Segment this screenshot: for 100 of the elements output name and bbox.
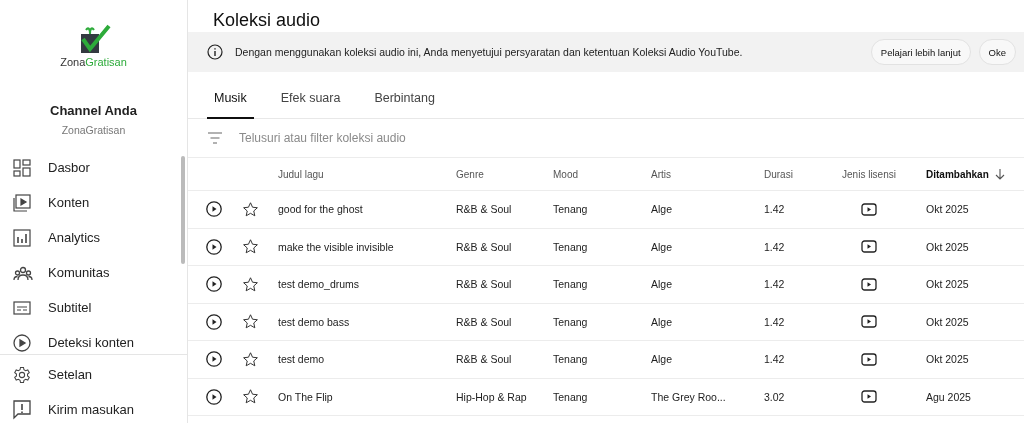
star-button[interactable] xyxy=(241,275,259,293)
table-cell: Alge xyxy=(651,240,672,253)
table-cell: Okt 2025 xyxy=(926,240,969,253)
table-cell: Tenang xyxy=(553,240,588,253)
table-cell: Alge xyxy=(651,203,672,216)
feedback-icon xyxy=(13,399,31,420)
table-cell: 1.42 xyxy=(764,278,785,291)
play-button[interactable] xyxy=(206,388,222,405)
play-button[interactable] xyxy=(206,201,222,218)
play-box-icon xyxy=(861,277,877,291)
play-icon xyxy=(206,351,222,368)
nav-item[interactable]: Subtitel xyxy=(0,290,187,325)
play-icon xyxy=(206,388,222,405)
nav-item[interactable]: Setelan xyxy=(0,357,187,392)
play-box-icon xyxy=(861,352,877,366)
column-header: Artis xyxy=(651,168,671,180)
table-cell: Tenang xyxy=(553,353,588,366)
star-icon xyxy=(241,200,259,218)
nav-item[interactable]: Kirim masukan xyxy=(0,392,187,423)
table-cell: R&B & Soul xyxy=(456,240,512,253)
table-cell: Tenang xyxy=(553,390,588,403)
bar-chart-icon xyxy=(13,228,31,247)
table-cell: Alge xyxy=(651,278,672,291)
star-button[interactable] xyxy=(241,200,259,218)
tab[interactable]: Efek suara xyxy=(273,91,348,119)
star-icon xyxy=(241,238,259,256)
table-cell: Tenang xyxy=(553,315,588,328)
star-button[interactable] xyxy=(241,238,259,256)
table-cell: The Grey Roo... xyxy=(651,390,726,403)
table-cell: 1.42 xyxy=(764,315,785,328)
subtitles-icon xyxy=(13,300,31,315)
circle-icon xyxy=(13,333,31,352)
column-header: Jenis lisensi xyxy=(842,168,896,180)
column-header: Durasi xyxy=(764,168,793,180)
table-cell: R&B & Soul xyxy=(456,278,512,291)
table-cell: make the visible invisible xyxy=(278,240,394,253)
nav-item[interactable]: Konten xyxy=(0,185,187,220)
star-button[interactable] xyxy=(241,313,259,331)
banner-button[interactable]: Oke xyxy=(978,39,1016,65)
arrow-down-icon xyxy=(994,168,1005,180)
table-cell: Okt 2025 xyxy=(926,353,969,366)
table-cell: Okt 2025 xyxy=(926,315,969,328)
tab[interactable]: Berbintang xyxy=(367,91,442,119)
star-icon xyxy=(241,275,259,293)
table-cell: 1.42 xyxy=(764,353,785,366)
nav-item[interactable]: Analytics xyxy=(0,220,187,255)
play-button[interactable] xyxy=(206,238,222,255)
table-cell: 1.42 xyxy=(764,240,785,253)
table-cell: R&B & Soul xyxy=(456,353,512,366)
star-icon xyxy=(241,388,259,406)
dashboard-icon xyxy=(13,158,31,177)
nav-item[interactable]: Komunitas xyxy=(0,255,187,290)
play-box-icon xyxy=(861,315,877,329)
play-button[interactable] xyxy=(206,351,222,368)
play-button[interactable] xyxy=(206,276,222,293)
table-cell: Okt 2025 xyxy=(926,278,969,291)
nav-item[interactable]: Deteksi konten xyxy=(0,325,187,354)
star-icon xyxy=(241,313,259,331)
page-title: Koleksi audio xyxy=(212,9,322,32)
column-header: Ditambahkan xyxy=(926,168,989,180)
table-cell: good for the ghost xyxy=(278,203,363,216)
play-box-icon xyxy=(861,240,877,254)
column-header: Mood xyxy=(553,168,578,180)
table-cell: test demo bass xyxy=(278,315,350,328)
people-icon xyxy=(13,264,33,281)
play-icon xyxy=(206,276,222,293)
star-icon xyxy=(241,350,259,368)
table-cell: test demo_drums xyxy=(278,278,360,291)
table-cell: 1.42 xyxy=(764,203,785,216)
table-cell: Hip-Hop & Rap xyxy=(456,390,527,403)
play-icon xyxy=(206,201,222,218)
tab[interactable]: Musik xyxy=(207,91,254,119)
star-button[interactable] xyxy=(241,350,259,368)
channel-title: Channel Anda xyxy=(50,103,137,118)
table-cell: Tenang xyxy=(553,278,588,291)
video-icon xyxy=(13,193,31,212)
play-box-icon xyxy=(861,202,877,216)
play-icon xyxy=(206,238,222,255)
table-cell: Okt 2025 xyxy=(926,203,969,216)
column-header: Judul lagu xyxy=(278,168,324,180)
star-button[interactable] xyxy=(241,388,259,406)
banner-text: Dengan menggunakan koleksi audio ini, Anda menyetujui persyaratan dan ketentuan Koleksi Audio YouTube. xyxy=(235,46,744,58)
search-field[interactable]: Telusuri atau filter koleksi audio xyxy=(237,130,1024,146)
banner-button[interactable]: Pelajari lebih lanjut xyxy=(870,39,971,65)
table-cell: R&B & Soul xyxy=(456,203,512,216)
nav-item[interactable]: Dasbor xyxy=(0,150,187,185)
info-icon xyxy=(207,44,223,60)
settings-icon xyxy=(13,365,31,384)
table-cell: Alge xyxy=(651,315,672,328)
table-cell: Tenang xyxy=(553,203,588,216)
play-button[interactable] xyxy=(206,313,222,330)
filter-icon xyxy=(207,132,223,144)
table-cell: 3.02 xyxy=(764,390,785,403)
scrollbar[interactable] xyxy=(181,156,185,264)
channel-name: ZonaGratisan xyxy=(61,124,126,136)
table-cell: Agu 2025 xyxy=(926,390,971,403)
column-header: Genre xyxy=(456,168,484,180)
play-icon xyxy=(206,313,222,330)
logo-text: ZonaGratisan xyxy=(60,56,127,68)
table-cell: On The Flip xyxy=(278,390,333,403)
